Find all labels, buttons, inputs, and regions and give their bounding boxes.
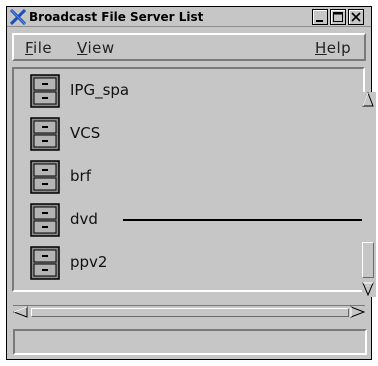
file-cabinet-icon [30,160,60,194]
menu-file[interactable]: File [25,39,52,57]
scroll-up-arrow-icon[interactable] [362,92,374,108]
file-cabinet-icon [30,117,60,151]
server-name: VCS [70,124,101,142]
maximize-icon [333,12,343,22]
list-item[interactable]: dvd [14,200,363,240]
server-list-frame: IPG_spa VCS brf dvd ppv2 [12,67,365,292]
list-item[interactable]: ppv2 [14,243,363,283]
status-bar [13,329,367,355]
file-cabinet-icon [30,203,60,237]
file-cabinet-icon [30,246,60,280]
server-list[interactable]: IPG_spa VCS brf dvd ppv2 [14,69,363,290]
window-title: Broadcast File Server List [29,10,204,24]
scroll-left-arrow-icon[interactable] [13,306,29,318]
menu-file-label: ile [33,39,53,57]
x-app-icon [10,9,26,25]
server-name: brf [70,167,91,185]
vertical-scrollbar[interactable] [362,92,376,297]
minimize-button[interactable] [312,9,328,25]
close-button[interactable] [348,9,364,25]
menu-bar: File View Help [12,33,366,61]
list-item[interactable]: VCS [14,114,363,154]
minimize-icon [316,20,323,22]
callout-line [123,219,363,221]
server-name: IPG_spa [70,81,130,99]
server-name: ppv2 [70,253,108,271]
menu-help[interactable]: Help [315,39,351,57]
server-name: dvd [70,210,98,228]
horizontal-scrollbar[interactable] [13,305,365,319]
broadcast-file-server-window: Broadcast File Server List File View Hel… [6,6,376,360]
file-cabinet-icon [30,74,60,108]
close-icon [351,12,361,22]
maximize-button[interactable] [330,9,346,25]
vertical-scroll-thumb[interactable] [362,242,374,278]
menu-view[interactable]: View [77,39,115,57]
menu-view-label: iew [87,39,115,57]
scroll-down-arrow-icon[interactable] [362,282,374,296]
horizontal-scroll-thumb[interactable] [31,308,349,317]
title-bar[interactable]: Broadcast File Server List [7,7,371,27]
menu-help-mnemonic: H [315,39,327,57]
menu-file-mnemonic: F [25,39,34,57]
menu-help-label: elp [326,39,352,57]
list-item[interactable]: brf [14,157,363,197]
menu-view-mnemonic: V [77,39,88,57]
list-item[interactable]: IPG_spa [14,71,363,111]
scroll-right-arrow-icon[interactable] [349,306,365,318]
